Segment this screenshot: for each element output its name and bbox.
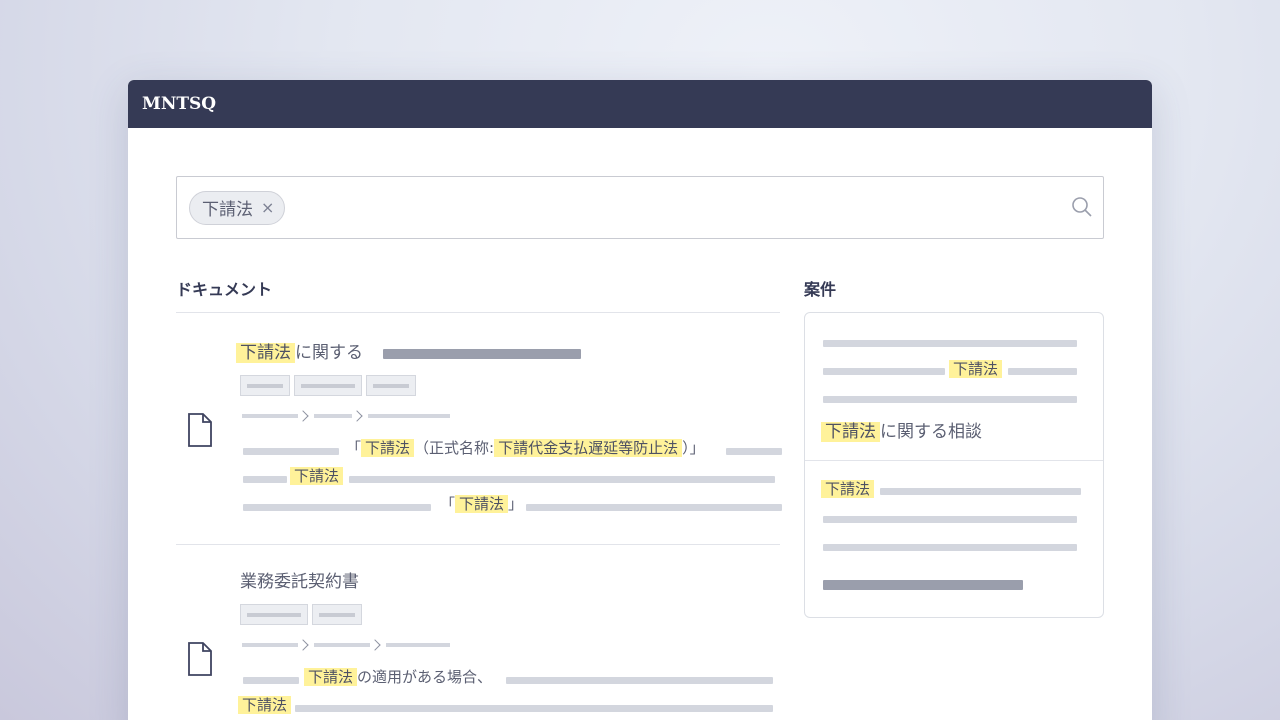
snippet-bar [823, 396, 1077, 403]
quote: 」 [508, 495, 524, 513]
snippet-bar [823, 516, 1077, 523]
divider [176, 312, 780, 313]
highlight: 下請法 [290, 467, 344, 485]
title-text: に関する相談 [880, 422, 982, 442]
snippet-bar [506, 677, 773, 684]
title-text: に関する [295, 343, 363, 363]
quote: 「 [440, 495, 456, 513]
document-icon [188, 642, 212, 676]
chevron-right-icon [369, 639, 381, 651]
redacted-title [383, 349, 581, 359]
highlight: 下請法 [455, 495, 509, 513]
snippet-bar [880, 488, 1081, 495]
snippet-bar [243, 448, 339, 455]
highlight: 下請法 [361, 439, 415, 457]
app-window: MNTSQ 下請法 × ドキュメント 案件 下請法 に関する 「下請法 （正式名称:… [128, 80, 1152, 720]
breadcrumb [242, 414, 298, 418]
highlight: 下請法 [821, 422, 880, 442]
snippet-bar [726, 448, 782, 455]
search-icon[interactable] [1071, 196, 1093, 218]
tag [240, 375, 290, 396]
snippet-bar [823, 544, 1077, 551]
snippet-bar [243, 476, 287, 483]
chevron-right-icon [297, 410, 309, 422]
snippet-line: 下請法 の適用がある場合、 [304, 666, 492, 688]
tag [312, 604, 362, 625]
snippet-bar [823, 340, 1077, 347]
snippet-bar [1008, 368, 1077, 375]
highlight: 下請代金支払遅延等防止法 [494, 439, 683, 457]
document-title[interactable]: 業務委託契約書 [240, 570, 359, 594]
snippet-bar [295, 705, 773, 712]
snippet-text: （正式名称: [414, 439, 495, 457]
search-input[interactable]: 下請法 × [176, 176, 1104, 239]
breadcrumb [368, 414, 450, 418]
highlight: 下請法 [238, 696, 292, 714]
highlight: 下請法 [821, 480, 875, 498]
search-chip-label: 下請法 [202, 200, 253, 220]
chevron-right-icon [297, 639, 309, 651]
document-title[interactable]: 下請法 に関する [236, 341, 363, 365]
documents-heading: ドキュメント [176, 280, 273, 299]
snippet-bar [526, 504, 782, 511]
divider [176, 544, 780, 545]
logo: MNTSQ [142, 94, 217, 114]
header-bar: MNTSQ [128, 80, 1152, 128]
snippet-bar [349, 476, 775, 483]
snippet-line: 下請法 [238, 694, 292, 716]
snippet-bar [243, 504, 431, 511]
tag [294, 375, 362, 396]
quote: ）」 [682, 439, 705, 457]
snippet-line: 下請法 [290, 465, 344, 487]
close-icon[interactable]: × [261, 198, 274, 217]
breadcrumb [386, 643, 450, 647]
highlight: 下請法 [304, 668, 358, 686]
breadcrumb [242, 643, 298, 647]
cases-heading: 案件 [804, 280, 837, 299]
snippet-bar [823, 368, 945, 375]
snippet-text: の適用がある場合、 [357, 668, 493, 686]
chevron-right-icon [351, 410, 363, 422]
redacted-title [823, 580, 1023, 590]
snippet-line: 「下請法」 [440, 493, 523, 515]
quote: 「 [346, 439, 362, 457]
divider [805, 460, 1103, 461]
case-title[interactable]: 下請法 に関する相談 [821, 420, 982, 444]
highlight: 下請法 [236, 343, 295, 363]
document-icon [188, 413, 212, 447]
snippet-line: 下請法 [949, 358, 1003, 380]
breadcrumb [314, 643, 370, 647]
snippet-bar [243, 677, 299, 684]
tag [366, 375, 416, 396]
search-chip[interactable]: 下請法 × [189, 190, 286, 225]
highlight: 下請法 [949, 360, 1003, 378]
snippet-line: 「下請法 （正式名称: 下請代金支払遅延等防止法）」 [346, 437, 705, 459]
tag [240, 604, 308, 625]
snippet-line: 下請法 [821, 478, 875, 500]
breadcrumb [314, 414, 352, 418]
